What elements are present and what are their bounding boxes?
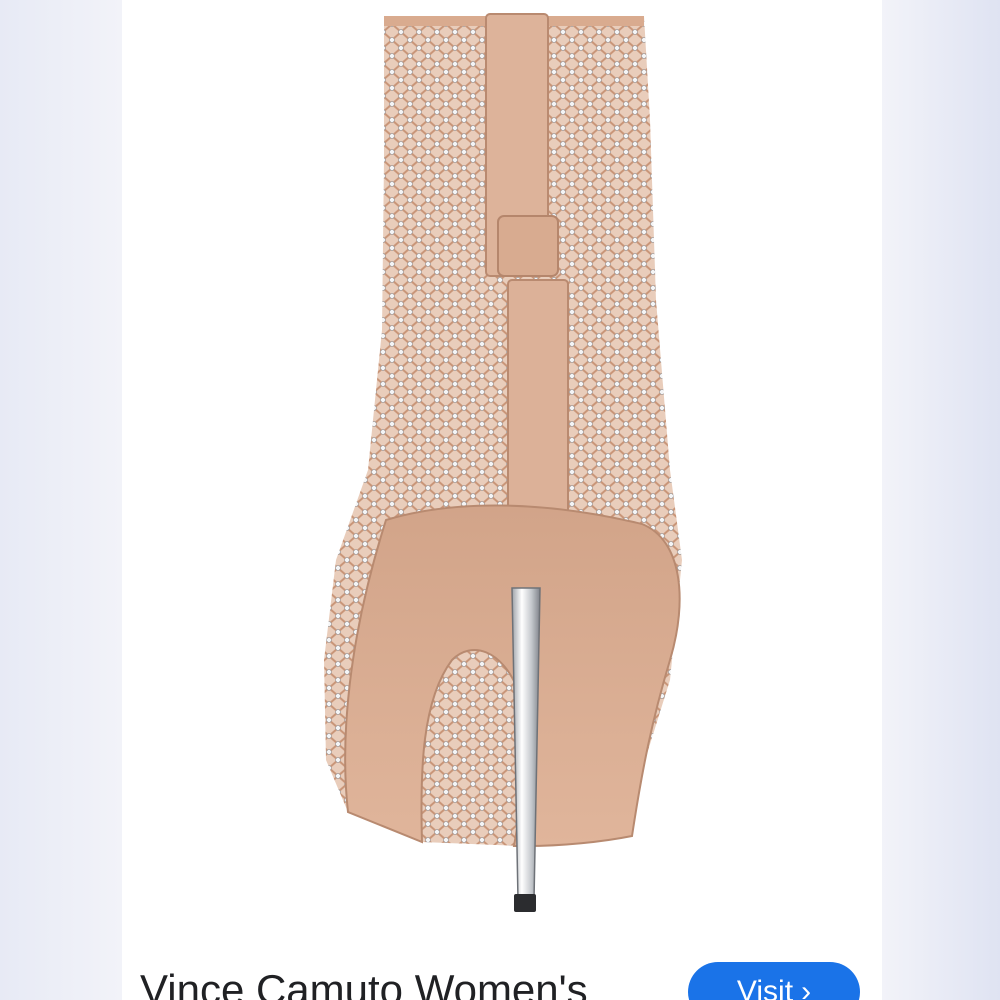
product-image[interactable] <box>122 0 882 936</box>
chevron-right-icon: › <box>801 975 812 1000</box>
result-footer: Vince Camuto Women's Visit › <box>122 936 882 1000</box>
left-gutter <box>0 0 122 1000</box>
result-card[interactable]: Vince Camuto Women's Visit › <box>122 0 882 1000</box>
visit-button[interactable]: Visit › <box>688 962 860 1000</box>
product-title[interactable]: Vince Camuto Women's <box>140 964 588 1000</box>
screen: Vince Camuto Women's Visit › <box>0 0 1000 1000</box>
bootie-illustration <box>324 13 682 912</box>
visit-label: Visit <box>736 975 794 1000</box>
stiletto-heel <box>511 587 541 912</box>
right-gutter <box>882 0 1000 1000</box>
